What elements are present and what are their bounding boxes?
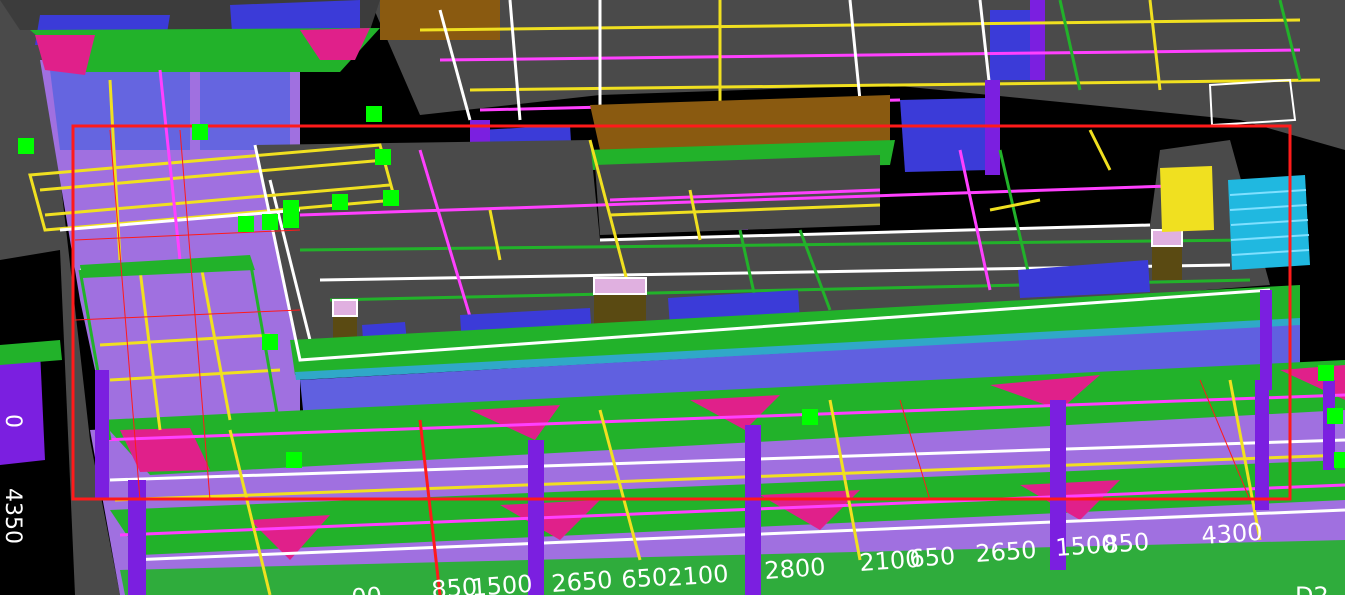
partial-side-label: 0 xyxy=(0,414,25,428)
side-dimension-label: 4350 xyxy=(0,488,25,544)
grip-handle[interactable] xyxy=(18,138,34,154)
grip-handle[interactable] xyxy=(332,194,348,210)
dimension-label: 2650 xyxy=(550,566,613,595)
grip-handle[interactable] xyxy=(802,409,818,425)
left-blue-facade xyxy=(50,70,190,150)
grip-handle[interactable] xyxy=(192,124,208,140)
grip-handle[interactable] xyxy=(262,334,278,350)
upper-brown-band xyxy=(380,0,500,40)
partial-dimension-label: 00 xyxy=(350,582,382,595)
dimension-label: 4300 xyxy=(1200,518,1263,550)
grip-handle[interactable] xyxy=(286,452,302,468)
dimension-label: 1500 xyxy=(470,570,533,595)
grip-handle[interactable] xyxy=(238,216,254,232)
dimension-label: 650 xyxy=(908,542,956,573)
grip-handle[interactable] xyxy=(1334,452,1345,468)
model-canvas[interactable]: 850 1500 2650 650 2100 2800 2100 650 265… xyxy=(0,0,1345,595)
upper-purple-col xyxy=(1030,0,1045,80)
upper-blue-panel-2 xyxy=(230,0,360,32)
grip-handle[interactable] xyxy=(375,149,391,165)
yellow-core xyxy=(1160,166,1214,232)
grip-handle[interactable] xyxy=(1327,408,1343,424)
partial-grid-label: D2 xyxy=(1295,582,1329,595)
grip-handle[interactable] xyxy=(283,212,299,228)
dimension-label: 2100 xyxy=(666,560,729,592)
mid-blue-window-2 xyxy=(900,98,990,172)
dimension-label: 2800 xyxy=(763,553,826,585)
dimension-label: 850 xyxy=(1102,528,1150,559)
grip-handle[interactable] xyxy=(262,214,278,230)
grip-handle[interactable] xyxy=(366,106,382,122)
left-blue-facade-2 xyxy=(200,70,290,150)
grip-handle[interactable] xyxy=(1318,365,1334,381)
dimension-label: 650 xyxy=(620,563,668,594)
model-viewport[interactable]: 850 1500 2650 650 2100 2800 2100 650 265… xyxy=(0,0,1345,595)
dimension-label: 2650 xyxy=(974,536,1037,568)
left-purple-strip xyxy=(0,350,45,465)
grip-handle[interactable] xyxy=(383,190,399,206)
